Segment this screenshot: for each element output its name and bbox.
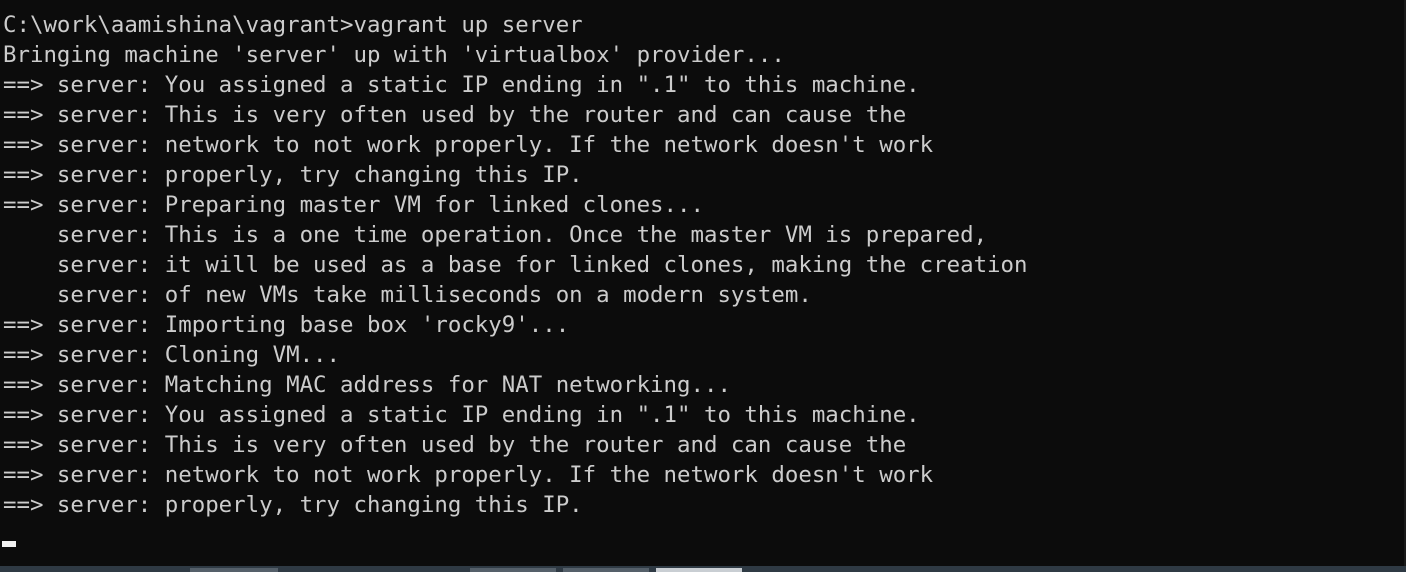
terminal-line: ==> server: You assigned a static IP end… (3, 402, 920, 428)
terminal-window[interactable]: C:\work\aamishina\vagrant>vagrant up ser… (0, 0, 1406, 572)
terminal-line: ==> server: properly, try changing this … (3, 162, 583, 188)
taskbar-button[interactable] (470, 568, 556, 572)
terminal-line: ==> server: This is very often used by t… (3, 432, 907, 458)
terminal-line: server: This is a one time operation. On… (3, 222, 988, 248)
terminal-line: ==> server: Importing base box 'rocky9'.… (3, 312, 570, 338)
terminal-line: ==> server: Preparing master VM for link… (3, 192, 704, 218)
terminal-line: ==> server: properly, try changing this … (3, 492, 583, 518)
taskbar-button-active[interactable] (656, 568, 742, 572)
terminal-line: server: it will be used as a base for li… (3, 252, 1028, 278)
terminal-line: ==> server: network to not work properly… (3, 462, 934, 488)
terminal-output: C:\work\aamishina\vagrant>vagrant up ser… (3, 10, 1028, 520)
terminal-line: Bringing machine 'server' up with 'virtu… (3, 42, 785, 68)
terminal-line: ==> server: Cloning VM... (3, 342, 341, 368)
taskbar-button[interactable] (563, 568, 649, 572)
terminal-line: ==> server: This is very often used by t… (3, 102, 907, 128)
terminal-line: ==> server: network to not work properly… (3, 132, 934, 158)
terminal-line-command: C:\work\aamishina\vagrant>vagrant up ser… (3, 12, 583, 38)
terminal-cursor (2, 541, 16, 547)
terminal-line: ==> server: Matching MAC address for NAT… (3, 372, 731, 398)
taskbar-button[interactable] (190, 568, 278, 572)
terminal-line: server: of new VMs take milliseconds on … (3, 282, 812, 308)
terminal-line: ==> server: You assigned a static IP end… (3, 72, 920, 98)
